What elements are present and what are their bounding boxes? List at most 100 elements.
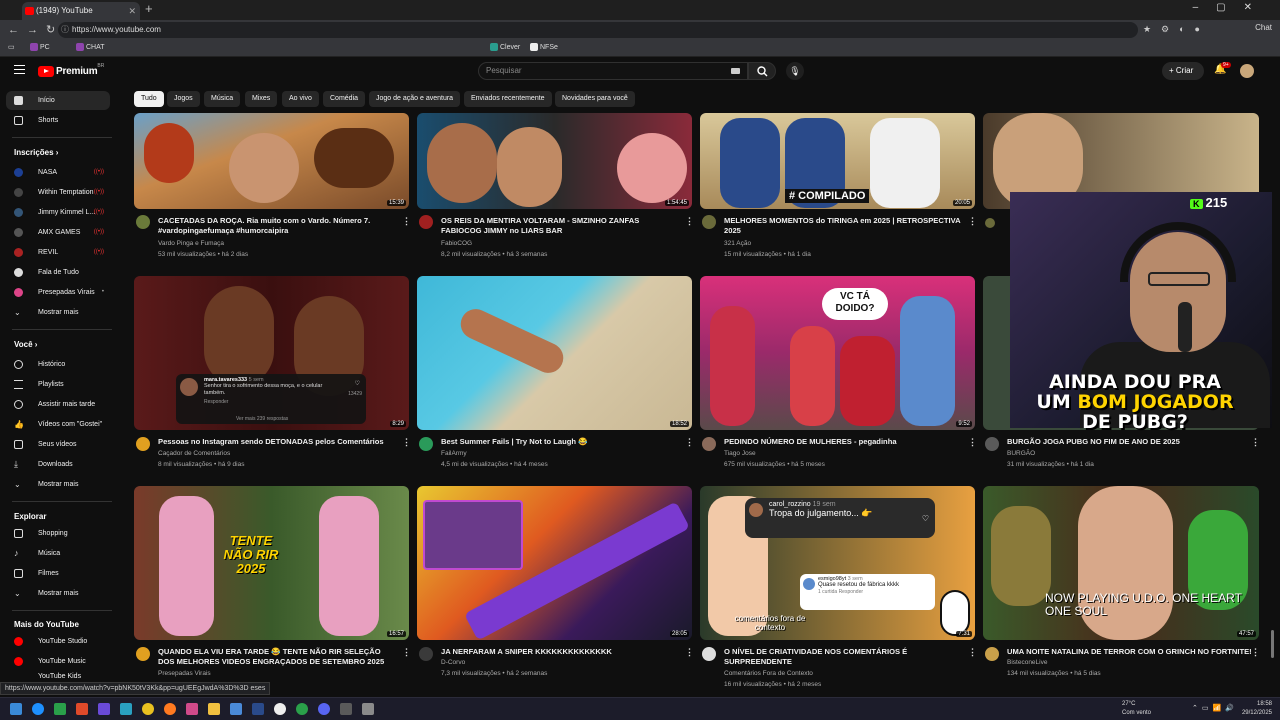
channel-avatar[interactable] <box>419 215 433 229</box>
video-title[interactable]: QUANDO ELA VIU ERA TARDE 😂 TENTE NÃO RIR… <box>158 647 398 667</box>
video-title[interactable]: O NÍVEL DE CRIATIVIDADE NOS COMENTÁRIOS … <box>724 647 964 667</box>
video-title[interactable]: Pessoas no Instagram sendo DETONADAS pel… <box>158 437 398 447</box>
sidebar-item-subscription[interactable]: AMX GAMES ((•)) <box>6 223 110 242</box>
system-tray-icons[interactable]: ⌃▭📶🔊 <box>1192 704 1238 712</box>
more-options-icon[interactable]: ⋮ <box>968 216 977 227</box>
sidebar-item-downloads[interactable]: ⤓ Downloads <box>6 455 110 474</box>
search-input[interactable]: Pesquisar <box>478 62 748 80</box>
channel-name[interactable]: D-Corvo <box>441 659 465 666</box>
new-tab-icon[interactable]: + <box>145 1 153 16</box>
channel-avatar[interactable] <box>136 215 150 229</box>
microphone-icon[interactable]: 🎙 <box>786 62 804 80</box>
sidebar-item-youtube-studio[interactable]: YouTube Studio <box>6 632 110 651</box>
window-controls[interactable]: –▢✕ <box>1193 2 1270 13</box>
app-icon[interactable] <box>54 703 66 715</box>
video-thumbnail[interactable]: 18:52 <box>417 276 692 430</box>
subscriptions-title[interactable]: Inscrições › <box>14 148 58 157</box>
show-more-you[interactable]: ⌄ Mostrar mais <box>6 475 110 494</box>
sidebar-item-watch-later[interactable]: Assistir mais tarde <box>6 395 110 414</box>
sidebar-item-playlists[interactable]: Playlists <box>6 375 110 394</box>
bookmark-chat[interactable]: CHAT <box>76 43 105 51</box>
more-options-icon[interactable]: ⋮ <box>1251 437 1260 448</box>
channel-avatar[interactable] <box>136 437 150 451</box>
chip-mixes[interactable]: Mixes <box>245 91 278 107</box>
sidebar-item-home[interactable]: Início <box>6 91 110 110</box>
sidebar-item-subscription[interactable]: Presepadas Virais • <box>6 283 110 302</box>
steam-icon[interactable] <box>252 703 264 715</box>
channel-avatar[interactable] <box>702 215 716 229</box>
chip-all[interactable]: Tudo <box>134 91 164 107</box>
more-options-icon[interactable]: ⋮ <box>968 437 977 448</box>
menu-icon[interactable] <box>14 65 25 74</box>
close-tab-icon[interactable]: ✕ <box>128 2 136 20</box>
video-title[interactable]: MELHORES MOMENTOS do TIRINGA em 2025 | R… <box>724 216 964 236</box>
avatar[interactable] <box>1240 64 1254 78</box>
channel-avatar[interactable] <box>136 647 150 661</box>
sidebar-item-subscription[interactable]: Fala de Tudo <box>6 263 110 282</box>
sidebar-item-subscription[interactable]: Within Temptation ((•)) <box>6 183 110 202</box>
file-explorer-icon[interactable] <box>208 703 220 715</box>
app-icon[interactable] <box>120 703 132 715</box>
sidebar-item-shorts[interactable]: Shorts <box>6 111 110 130</box>
app-icon[interactable] <box>340 703 352 715</box>
show-more-explore[interactable]: ⌄ Mostrar mais <box>6 584 110 603</box>
youtube-logo[interactable]: Premium BR <box>38 63 104 78</box>
sidebar-item-subscription[interactable]: Jimmy Kimmel L... ((•)) <box>6 203 110 222</box>
channel-avatar[interactable] <box>985 437 999 451</box>
sidebar-item-music[interactable]: ♪ Música <box>6 544 110 563</box>
sidebar-item-youtube-music[interactable]: YouTube Music <box>6 652 110 671</box>
edge-browser-icon[interactable] <box>32 703 44 715</box>
sidebar-item-shopping[interactable]: Shopping <box>6 524 110 543</box>
video-thumbnail[interactable]: # COMPILADO 20:05 <box>700 113 975 209</box>
weather-widget[interactable]: 27°C Com vento <box>1122 700 1151 718</box>
channel-name[interactable]: Presepadas Virais <box>158 670 211 677</box>
channel-avatar[interactable] <box>702 647 716 661</box>
video-thumbnail[interactable]: VC TÁ DOIDO? 9:52 <box>700 276 975 430</box>
channel-avatar[interactable] <box>419 437 433 451</box>
app-icon[interactable] <box>274 703 286 715</box>
app-icon[interactable] <box>230 703 242 715</box>
channel-name[interactable]: Tiago Jose <box>724 450 756 457</box>
channel-name[interactable]: FabioCOG <box>441 240 472 247</box>
bookmark-nfse[interactable]: NFSe <box>530 43 558 51</box>
video-title[interactable]: UMA NOITE NATALINA DE TERROR COM O GRINC… <box>1007 647 1252 657</box>
channel-name[interactable]: Comentários Fora de Contexto <box>724 670 813 677</box>
chrome-browser-icon[interactable] <box>142 703 154 715</box>
chip-action-adventure[interactable]: Jogo de ação e aventura <box>369 91 461 107</box>
windows-start-icon[interactable] <box>10 703 22 715</box>
video-title[interactable]: PEDINDO NÚMERO DE MULHERES - pegadinha <box>724 437 964 447</box>
app-icon[interactable] <box>186 703 198 715</box>
page-scrollbar[interactable] <box>1271 630 1274 658</box>
app-icon[interactable] <box>98 703 110 715</box>
video-title[interactable]: OS REIS DA MENTIRA VOLTARAM - SMZINHO ZA… <box>441 216 681 236</box>
extension-icons[interactable]: ★⚙◐● <box>1143 24 1210 35</box>
channel-avatar[interactable] <box>702 437 716 451</box>
channel-name[interactable]: 321 Ação <box>724 240 751 247</box>
video-thumbnail[interactable]: mara.tavares333 5 sem Senhor tira o sofr… <box>134 276 409 430</box>
video-thumbnail[interactable]: carol_rozzino 19 sem Tropa do julgamento… <box>700 486 975 640</box>
keyboard-icon[interactable] <box>731 68 740 74</box>
more-options-icon[interactable]: ⋮ <box>685 216 694 227</box>
chip-live[interactable]: Ao vivo <box>282 91 319 107</box>
app-icon[interactable] <box>362 703 374 715</box>
more-options-icon[interactable]: ⋮ <box>685 437 694 448</box>
chip-games[interactable]: Jogos <box>167 91 200 107</box>
channel-avatar[interactable] <box>985 647 999 661</box>
channel-name[interactable]: FailArmy <box>441 450 467 457</box>
channel-name[interactable]: Caçador de Comentários <box>158 450 230 457</box>
url-field[interactable]: https://www.youtube.com <box>58 22 1138 38</box>
clock[interactable]: 18:58 29/12/2025 <box>1242 700 1272 718</box>
video-title[interactable]: CACETADAS DA ROÇA. Ria muito com o Vardo… <box>158 216 398 236</box>
chip-comedy[interactable]: Comédia <box>323 91 366 107</box>
video-thumbnail[interactable]: 28:05 <box>417 486 692 640</box>
more-options-icon[interactable]: ⋮ <box>968 647 977 658</box>
search-button[interactable] <box>748 62 776 80</box>
video-thumbnail[interactable]: 15:39 <box>134 113 409 209</box>
sidebar-item-your-videos[interactable]: Seus vídeos <box>6 435 110 454</box>
channel-name[interactable]: BURGÃO <box>1007 450 1035 457</box>
sidebar-item-liked[interactable]: 👍 Vídeos com "Gostei" <box>6 415 110 434</box>
video-thumbnail[interactable]: TENTE NÃO RIR 2025 16:57 <box>134 486 409 640</box>
brave-browser-icon[interactable] <box>76 703 88 715</box>
video-thumbnail[interactable]: NOW PLAYING U.D.O. ONE HEART ONE SOUL 47… <box>983 486 1259 640</box>
chat-button[interactable]: Chat <box>1255 23 1272 32</box>
